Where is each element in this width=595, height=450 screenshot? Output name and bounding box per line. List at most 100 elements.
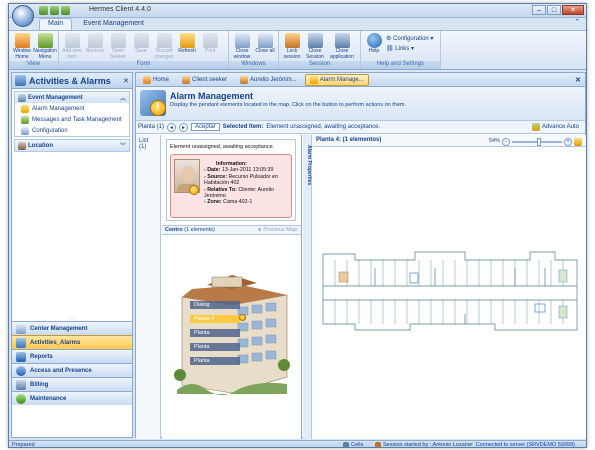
alarm-list-pane: Element unassigned, awaiting acceptance.… [162,135,302,439]
fit-icon[interactable] [574,137,582,146]
close-session-icon [307,33,323,48]
zoom-thumb[interactable] [536,137,541,146]
quick-access-toolbar [39,6,70,15]
close-all-icon [257,33,273,48]
links-dropdown[interactable]: ⛓ Links ▾ [386,45,433,52]
dropdown-icon[interactable] [61,6,70,15]
selected-item-label: Selected Item: [222,124,264,130]
clock-icon [16,365,26,376]
sidebar-section-location: Location ︾ [14,139,130,152]
check-icon: ✔ [469,442,474,448]
configuration-icon [21,126,29,135]
save-icon [133,33,149,48]
ribbon-collapse-icon[interactable]: ⌃ [574,18,580,26]
nav-access-presence[interactable]: Access and Presence [12,363,132,377]
save-icon[interactable] [39,6,48,15]
ribbon: Window Home Navigation Menu View Add new… [9,30,586,70]
advance-icon [531,123,540,131]
sidebar-section-event-management: Event Management ︽ Alarm Management Mess… [14,91,130,137]
floor-label[interactable]: Planta [190,343,240,351]
alarm-card[interactable]: Element unassigned, awaiting acceptance.… [166,139,296,221]
section-header[interactable]: Event Management ︽ [15,92,129,103]
plan-title: Planta 4: (1 elementos) [316,137,382,143]
ribbon-group-label: Form [59,61,228,69]
event-icon [18,93,26,102]
nav-activities-alarms[interactable]: Activities_Alarms [12,335,132,349]
section-header[interactable]: Location ︾ [15,140,129,151]
previous-icon[interactable]: ◄ [167,122,177,132]
app-window: Hermes Client 4.4.0 – □ ✕ Main Event Man… [8,3,587,448]
ribbon-group-view: Window Home Navigation Menu View [9,31,59,69]
title-bar: Hermes Client 4.4.0 – □ ✕ [9,4,586,18]
selected-item-value: Element unassigned, awaiting acceptance. [266,124,381,130]
nav-reports[interactable]: Reports [12,349,132,363]
help-icon [366,33,382,48]
gear-icon: ⚙ [386,36,394,42]
nav-center-management[interactable]: Center Management [12,321,132,335]
sidebar-item-alarm-management[interactable]: Alarm Management [15,103,129,114]
plan-header: Planta 4: (1 elementos) 54% − + [313,135,586,147]
location-icon [18,141,26,150]
alarm-information: Information: - Date: 13-Jan-2011 13:05:3… [204,161,278,206]
sidebar-item-messages[interactable]: Messages and Task Management [15,114,129,125]
nav-billing[interactable]: Billing [12,377,132,391]
undo-icon[interactable] [50,6,59,15]
exit-icon [334,33,350,48]
floor-label[interactable]: Dialog [190,301,240,309]
page-title: Alarm Management [170,91,254,101]
list-tab[interactable]: List (1) [136,135,161,439]
zoom-slider[interactable] [512,137,562,146]
tab-event-management[interactable]: Event Management [74,18,153,30]
planta-tab[interactable]: Planta (1) [138,124,164,130]
content-panel: Home Client seeker Aurelio Jerónim... Al… [135,72,586,439]
previous-map-button[interactable]: ◄ Previous Map [256,226,297,235]
doc-tab-client-seeker[interactable]: Client seeker [177,74,232,86]
document-tabs: Home Client seeker Aurelio Jerónim... Al… [136,73,585,87]
advance-auto-button[interactable]: Advance Auto [531,123,579,131]
close-button[interactable]: ✕ [562,5,584,15]
home-icon [14,33,30,48]
tab-main[interactable]: Main [39,18,73,30]
doc-tab-home[interactable]: Home [138,74,174,86]
maximize-button[interactable]: □ [547,5,561,15]
alarm-properties-tab[interactable]: Alarm Properties [303,135,312,439]
connection-indicator[interactable]: ✔ Connected to server (SRVDEMO 59999) [469,442,575,448]
next-icon[interactable]: ► [179,122,189,132]
ribbon-group-label: View [9,61,58,69]
session-indicator: Session started by : Antonio Lozano [375,442,471,447]
warning-icon: ! [150,100,166,116]
print-icon [202,33,218,48]
refresh-icon [179,33,195,48]
sidebar-item-configuration[interactable]: Configuration [15,125,129,136]
doc-tab-aurelio[interactable]: Aurelio Jerónim... [235,74,302,86]
accept-button[interactable]: Aceptar [191,123,220,131]
alarm-detail: Information: - Date: 13-Jan-2011 13:05:3… [170,154,292,218]
centro-header: Centro (1 elements) ◄ Previous Map [162,225,301,235]
doc-tab-alarm-management[interactable]: Alarm Manage... [304,73,369,86]
floor-label-active[interactable]: Planta 4 [190,314,246,323]
ribbon-group-session: Lock session Close Session Close applica… [279,31,361,69]
ribbon-group-form: Add new item Remove Open Seeker Save Dis… [59,31,229,69]
nav-menu-icon [37,33,53,48]
close-tab-icon[interactable]: ✕ [575,76,581,84]
window-controls: – □ ✕ [532,5,584,15]
application-menu-button[interactable] [12,5,34,27]
floor-label[interactable]: Planta [190,329,240,337]
page-header: ! Alarm Management Display the pendant e… [136,87,585,121]
configuration-dropdown[interactable]: ⚙ Configuration ▾ [386,35,433,42]
expand-chevron-icon: ︾ [119,144,126,150]
navigation-pane: Center Management Activities_Alarms Repo… [12,321,132,405]
zoom-out-icon[interactable]: − [502,137,510,146]
zoom-in-icon[interactable]: + [564,137,572,146]
collapse-chevron-icon: ︽ [119,96,126,102]
client-icon [182,75,191,84]
sidebar: Activities & Alarms ✕ Event Management ︽… [11,72,133,438]
floor-label[interactable]: Planta [190,357,240,365]
building-image[interactable]: Dialog Planta 4 Planta Planta Planta [172,265,292,395]
minimize-button[interactable]: – [532,5,546,15]
floor-plan[interactable] [315,148,585,438]
billing-icon [16,379,26,390]
sidebar-close-button[interactable]: ✕ [123,77,129,85]
nav-maintenance[interactable]: Maintenance [12,391,132,405]
zoom-control: 54% − + [489,136,582,147]
